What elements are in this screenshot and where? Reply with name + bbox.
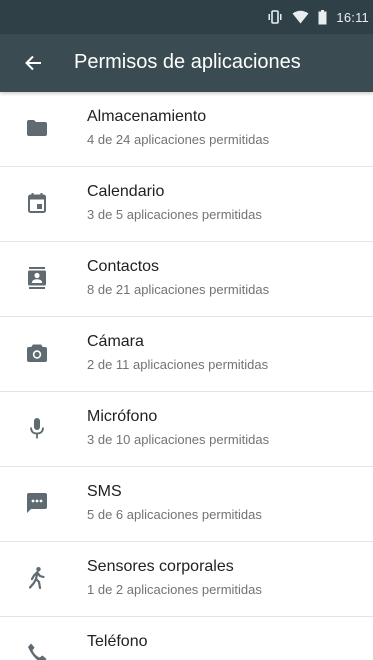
permission-title: Teléfono (87, 633, 148, 650)
permission-title: Contactos (87, 258, 160, 275)
permission-subtitle: 3 de 5 aplicaciones permitidas (87, 207, 262, 222)
folder-icon (25, 116, 49, 140)
permission-title: SMS (87, 483, 122, 500)
permission-item-calendar[interactable]: Calendario 3 de 5 aplicaciones permitida… (0, 167, 373, 242)
permission-title: Micrófono (87, 408, 158, 425)
status-bar: 16:11 (0, 0, 373, 34)
permission-subtitle: 2 de 11 aplicaciones permitidas (87, 357, 269, 372)
phone-icon (25, 641, 49, 660)
permission-title: Sensores corporales (87, 558, 234, 575)
permission-item-body-sensors[interactable]: Sensores corporales 1 de 2 aplicaciones … (0, 542, 373, 617)
contacts-icon (25, 266, 49, 290)
permission-subtitle: 1 de 2 aplicaciones permitidas (87, 582, 262, 597)
permission-title: Almacenamiento (87, 108, 207, 125)
permissions-list: Almacenamiento 4 de 24 aplicaciones perm… (0, 92, 373, 660)
permission-subtitle: 8 de 21 aplicaciones permitidas (87, 282, 270, 297)
permission-subtitle: 5 de 6 aplicaciones permitidas (87, 507, 262, 522)
back-button[interactable] (18, 48, 48, 78)
microphone-icon (25, 416, 49, 440)
wifi-icon (292, 10, 309, 24)
permission-item-phone[interactable]: Teléfono (0, 617, 373, 660)
permission-item-microphone[interactable]: Micrófono 3 de 10 aplicaciones permitida… (0, 392, 373, 467)
permission-item-contacts[interactable]: Contactos 8 de 21 aplicaciones permitida… (0, 242, 373, 317)
app-bar: Permisos de aplicaciones (0, 34, 373, 92)
vibrate-icon (267, 10, 283, 24)
permission-item-storage[interactable]: Almacenamiento 4 de 24 aplicaciones perm… (0, 92, 373, 167)
permission-subtitle: 3 de 10 aplicaciones permitidas (87, 432, 270, 447)
page-title: Permisos de aplicaciones (74, 51, 301, 73)
sms-icon (25, 491, 49, 515)
arrow-back-icon (24, 54, 42, 72)
permissions-screen: 16:11 Permisos de aplicaciones Almacenam… (0, 0, 373, 660)
permission-title: Calendario (87, 183, 165, 200)
camera-icon (25, 341, 49, 365)
status-icons: 16:11 (267, 0, 369, 34)
body-sensor-icon (25, 566, 49, 590)
battery-icon (318, 9, 327, 25)
calendar-icon (25, 191, 49, 215)
status-time: 16:11 (336, 9, 369, 25)
permission-title: Cámara (87, 333, 144, 350)
permission-item-sms[interactable]: SMS 5 de 6 aplicaciones permitidas (0, 467, 373, 542)
permission-subtitle: 4 de 24 aplicaciones permitidas (87, 132, 270, 147)
permission-item-camera[interactable]: Cámara 2 de 11 aplicaciones permitidas (0, 317, 373, 392)
